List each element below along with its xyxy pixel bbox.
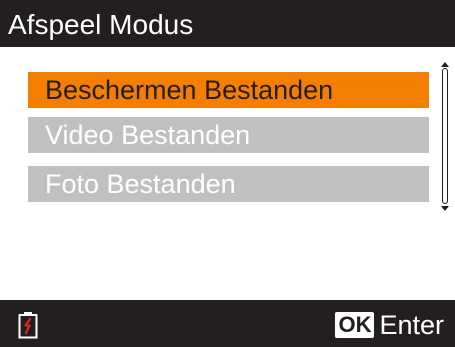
menu-item-video-files[interactable]: Video Bestanden [28, 117, 429, 153]
enter-label: Enter [379, 309, 444, 340]
menu-item-protect-files[interactable]: Beschermen Bestanden [28, 72, 429, 108]
menu-scrollbar[interactable] [440, 62, 452, 212]
scroll-up-arrow-icon [441, 62, 449, 67]
playback-mode-screen: Afspeel Modus Beschermen Bestanden Video… [0, 0, 455, 347]
bottom-bar: OK Enter [0, 300, 455, 347]
ok-button-badge: OK [335, 311, 375, 338]
menu-item-photo-files[interactable]: Foto Bestanden [28, 166, 429, 202]
battery-low-icon [18, 312, 38, 339]
ok-enter-hint[interactable]: OK Enter [335, 309, 444, 340]
scroll-track [442, 68, 448, 204]
scroll-down-arrow-icon [441, 206, 449, 211]
playback-menu: Beschermen Bestanden Video Bestanden Fot… [0, 0, 455, 347]
